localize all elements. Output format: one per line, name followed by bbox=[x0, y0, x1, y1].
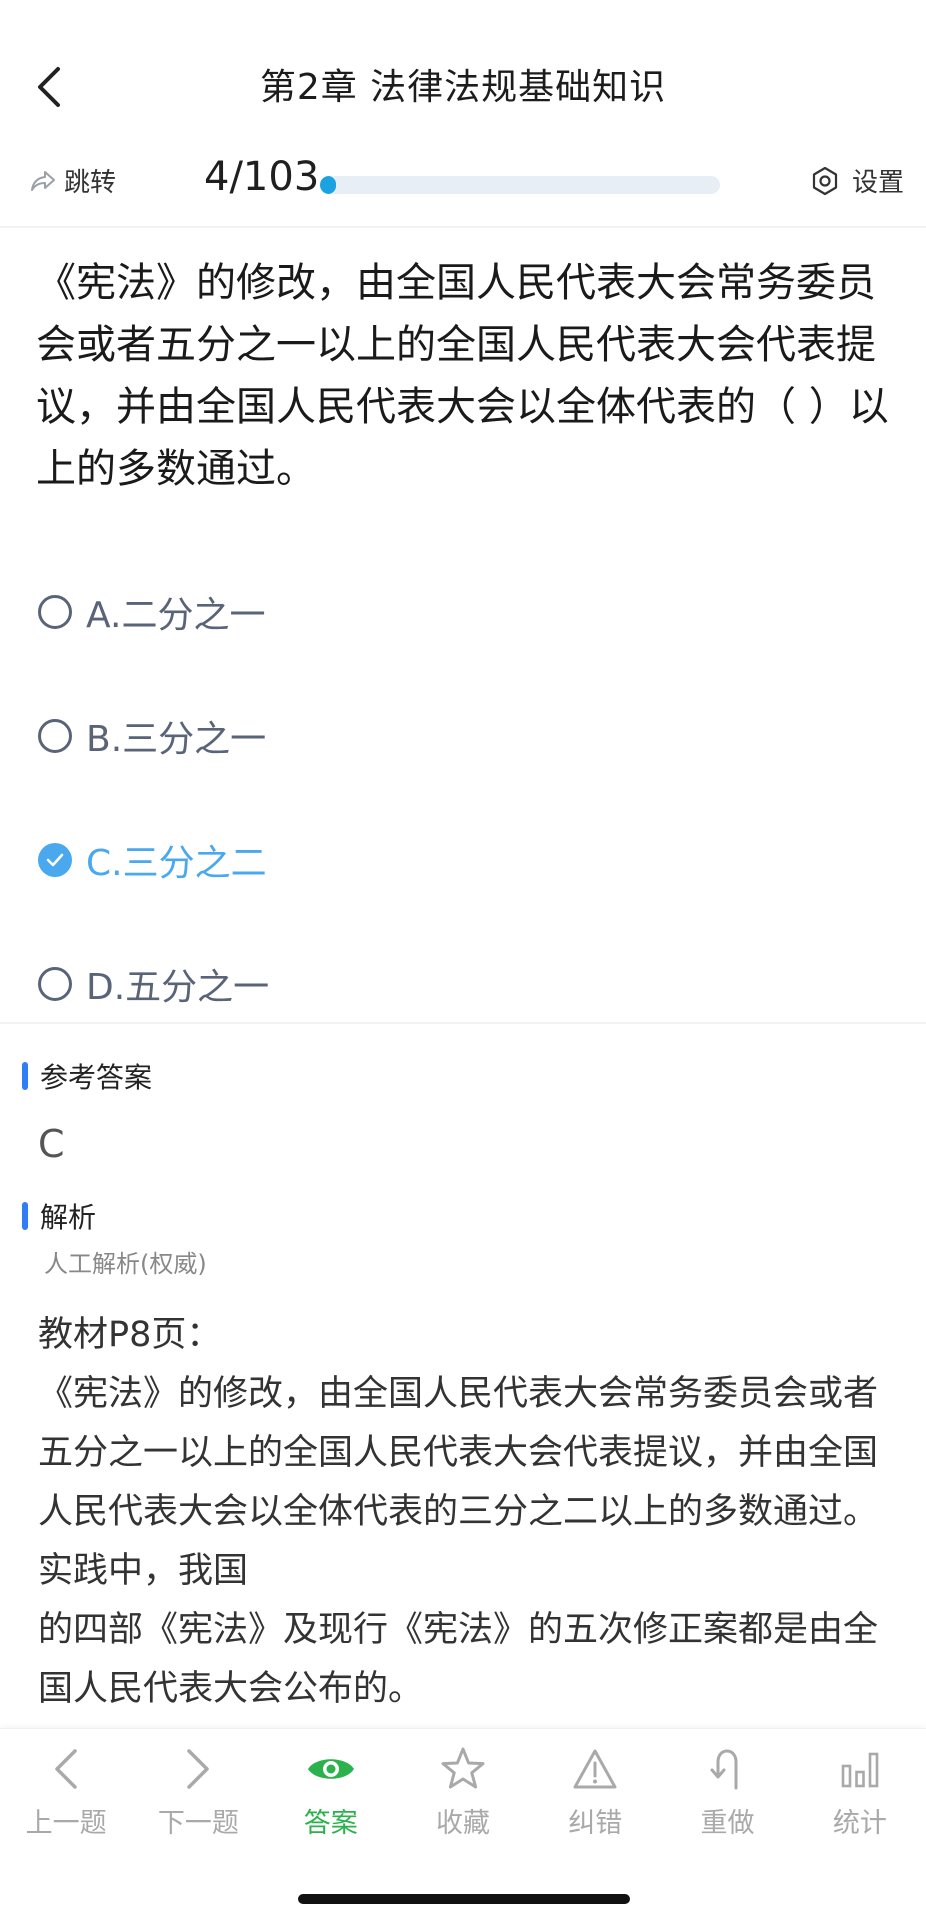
question-text: 《宪法》的修改，由全国人民代表大会常务委员会或者五分之一以上的全国人民代表大会代… bbox=[36, 260, 889, 492]
favorite-label: 收藏 bbox=[435, 1808, 490, 1839]
warning-icon bbox=[569, 1743, 621, 1795]
bar-chart-icon bbox=[834, 1743, 886, 1795]
option-a[interactable]: A.二分之一 bbox=[38, 550, 898, 674]
option-b[interactable]: B.三分之一 bbox=[38, 674, 898, 798]
settings-label: 设置 bbox=[851, 168, 904, 198]
analysis-line: 的四部《宪法》及现行《宪法》的五次修正案都是由全国人民代表大会公布的。 bbox=[38, 1610, 879, 1709]
analysis-text: 教材P8页： 《宪法》的修改，由全国人民代表大会常务委员会或者五分之一以上的全国… bbox=[38, 1306, 900, 1719]
bottom-nav: 上一题 下一题 答案 收藏 纠错 重做 统计 bbox=[0, 1728, 926, 1920]
answer-value: C bbox=[38, 1122, 65, 1166]
option-label: B.三分之一 bbox=[86, 719, 267, 760]
undo-arrow-icon bbox=[702, 1743, 754, 1795]
settings-hexagon-icon bbox=[812, 166, 838, 195]
options-list: A.二分之一 B.三分之一 C.三分之二 D.五分之一 bbox=[38, 550, 898, 1046]
analysis-section-header: 解析 bbox=[22, 1196, 96, 1236]
eye-icon bbox=[305, 1743, 357, 1795]
progress-count: 4/103 bbox=[204, 154, 320, 200]
next-question-button[interactable]: 下一题 bbox=[138, 1743, 258, 1840]
quiz-page: 第2章 法律法规基础知识 跳转 4/103 设置 《宪法》的修改，由全国人民代表… bbox=[0, 0, 926, 1920]
report-error-label: 纠错 bbox=[568, 1808, 623, 1839]
answer-label: 答案 bbox=[303, 1808, 358, 1839]
stats-button[interactable]: 统计 bbox=[800, 1743, 920, 1840]
answer-button[interactable]: 答案 bbox=[271, 1743, 391, 1840]
analysis-line: 《宪法》的修改，由全国人民代表大会常务委员会或者五分之一以上的全国人民代表大会代… bbox=[38, 1374, 879, 1591]
option-label: A.二分之一 bbox=[86, 595, 266, 636]
chevron-left-icon bbox=[40, 1743, 92, 1795]
progress-fill bbox=[320, 176, 336, 194]
analysis-section-label: 解析 bbox=[40, 1201, 97, 1234]
home-indicator bbox=[298, 1894, 630, 1904]
redo-label: 重做 bbox=[700, 1808, 755, 1839]
answer-section-label: 参考答案 bbox=[40, 1061, 153, 1094]
answer-section-header: 参考答案 bbox=[22, 1056, 152, 1096]
progress-row: 跳转 4/103 设置 bbox=[0, 150, 926, 214]
option-c[interactable]: C.三分之二 bbox=[38, 798, 898, 922]
check-circle-icon bbox=[38, 843, 72, 877]
divider bbox=[0, 1022, 926, 1024]
jump-label: 跳转 bbox=[64, 168, 117, 198]
option-label: D.五分之一 bbox=[86, 967, 270, 1008]
page-title: 第2章 法律法规基础知识 bbox=[259, 67, 667, 108]
stats-label: 统计 bbox=[832, 1808, 887, 1839]
radio-unchecked-icon bbox=[38, 595, 72, 629]
section-marker bbox=[22, 1062, 28, 1090]
radio-unchecked-icon bbox=[38, 719, 72, 753]
redo-button[interactable]: 重做 bbox=[668, 1743, 788, 1840]
header: 第2章 法律法规基础知识 bbox=[0, 0, 926, 170]
progress-bar bbox=[320, 176, 720, 194]
jump-button[interactable]: 跳转 bbox=[30, 162, 116, 199]
option-d[interactable]: D.五分之一 bbox=[38, 922, 898, 1046]
chevron-right-icon bbox=[172, 1743, 224, 1795]
option-label: C.三分之二 bbox=[86, 843, 267, 884]
divider bbox=[0, 226, 926, 228]
radio-unchecked-icon bbox=[38, 967, 72, 1001]
section-marker bbox=[22, 1202, 28, 1230]
settings-button[interactable]: 设置 bbox=[810, 162, 904, 199]
next-question-label: 下一题 bbox=[157, 1808, 239, 1839]
report-error-button[interactable]: 纠错 bbox=[535, 1743, 655, 1840]
star-icon bbox=[437, 1743, 489, 1795]
favorite-button[interactable]: 收藏 bbox=[403, 1743, 523, 1840]
prev-question-button[interactable]: 上一题 bbox=[6, 1743, 126, 1840]
analysis-source: 人工解析(权威) bbox=[44, 1250, 207, 1278]
analysis-line: 教材P8页： bbox=[38, 1315, 222, 1355]
prev-question-label: 上一题 bbox=[25, 1808, 107, 1839]
share-arrow-icon bbox=[31, 170, 55, 191]
